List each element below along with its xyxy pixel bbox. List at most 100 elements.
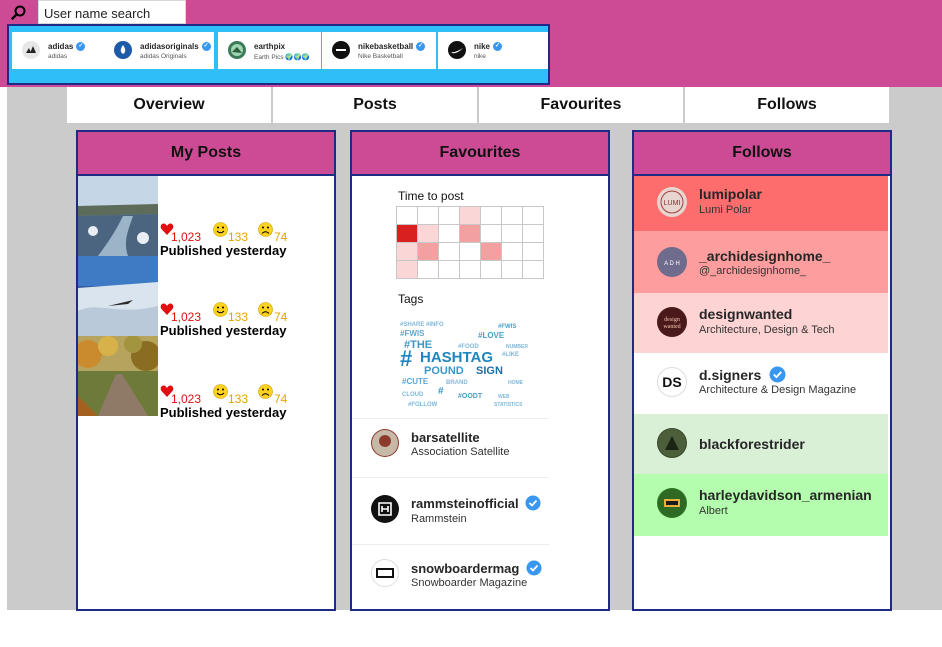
follow-account-archidesignhome[interactable]: A D H _archidesignhome_ @_archidesignhom… — [634, 231, 888, 294]
heatmap-cell — [501, 224, 523, 243]
heatmap-cell — [501, 242, 523, 261]
result-username: adidas — [48, 42, 74, 51]
frowns-count: 74 — [274, 392, 288, 406]
account-fullname: Architecture & Design Magazine — [699, 384, 857, 396]
heatmap-cell — [522, 206, 544, 225]
heatmap-cell — [438, 206, 460, 225]
avatar: DS — [657, 367, 687, 397]
smile-icon[interactable] — [213, 384, 228, 399]
verified-icon: ✓ — [416, 42, 426, 52]
search-input[interactable]: User name search — [38, 0, 186, 24]
smiles-count: 133 — [228, 230, 249, 244]
account-username: harleydavidson_armenian — [699, 487, 872, 503]
frown-icon[interactable] — [258, 222, 273, 237]
account-username: barsatellite — [411, 430, 480, 445]
result-fullname: Earth Pics 🌍🌍🌍 — [254, 54, 310, 61]
post-photo[interactable] — [78, 176, 158, 256]
heatmap-cell — [480, 260, 502, 279]
frown-icon[interactable] — [258, 302, 273, 317]
avatar — [114, 41, 132, 59]
heatmap-cell — [438, 242, 460, 261]
heatmap-cell — [522, 260, 544, 279]
heatmap-row — [396, 206, 544, 225]
heatmap-row — [396, 224, 544, 243]
time-to-post-heatmap — [396, 206, 544, 279]
follow-account-designwanted[interactable]: design wanted designwanted Architecture, … — [634, 293, 888, 354]
svg-text:A D H: A D H — [664, 261, 680, 267]
search-result-nike[interactable]: nike ✓ nike — [438, 32, 548, 69]
svg-text:NUMBER: NUMBER — [506, 344, 528, 350]
account-fullname: Albert — [699, 505, 728, 517]
svg-text:#OODT: #OODT — [458, 393, 483, 400]
heatmap-cell — [480, 224, 502, 243]
heatmap-cell — [396, 224, 418, 243]
follow-account-dsigners[interactable]: DS d.signers Architecture & Design Magaz… — [634, 353, 888, 415]
heatmap-row — [396, 242, 544, 261]
svg-text:CLOUD: CLOUD — [402, 392, 424, 398]
heatmap-cell — [417, 260, 439, 279]
svg-text:#LIKE: #LIKE — [502, 352, 519, 358]
search-results: adidas ✓ adidas adidasoriginals ✓ adidas O… — [7, 24, 550, 85]
search-result-adidas[interactable]: adidas ✓ adidas — [12, 32, 105, 69]
follows-panel: Follows LUMI lumipolar Lumi Polar A D H … — [632, 130, 892, 611]
heatmap-row — [396, 260, 544, 279]
avatar — [657, 428, 687, 458]
smile-icon[interactable] — [213, 222, 228, 237]
result-username: nike — [474, 42, 491, 51]
frown-icon[interactable] — [258, 384, 273, 399]
smiles-count: 133 — [228, 392, 249, 406]
tab-posts[interactable]: Posts — [273, 87, 479, 123]
tab-favourites[interactable]: Favourites — [479, 87, 685, 123]
likes-count: 1,023 — [171, 310, 202, 324]
account-username: blackforestrider — [699, 436, 805, 452]
my-posts-panel: My Posts 1,023 133 74 Published yesterda… — [76, 130, 336, 611]
verified-icon: ✓ — [493, 42, 503, 52]
favourite-account-barsatellite[interactable]: barsatellite Association Satellite — [352, 418, 549, 477]
verified-icon — [526, 560, 542, 576]
account-fullname: Lumi Polar — [699, 204, 752, 216]
tab-overview[interactable]: Overview — [67, 87, 273, 123]
verified-icon — [525, 495, 541, 511]
favourites-panel: Favourites Time to post Tags #SHARE #INF… — [350, 130, 610, 611]
tags-label: Tags — [398, 292, 424, 306]
favourite-account-rammsteinofficial[interactable]: rammsteinofficial Rammstein — [352, 477, 549, 553]
smile-icon[interactable] — [213, 302, 228, 317]
svg-text:#: # — [400, 346, 412, 371]
account-fullname: @_archidesignhome_ — [699, 265, 807, 277]
post-photo[interactable] — [78, 256, 158, 336]
likes-count: 1,023 — [171, 392, 202, 406]
likes-count: 1,023 — [171, 230, 202, 244]
follow-account-lumipolar[interactable]: LUMI lumipolar Lumi Polar — [634, 176, 888, 232]
account-username: designwanted — [699, 306, 793, 322]
tab-follows[interactable]: Follows — [685, 87, 889, 123]
panel-title: Favourites — [352, 132, 608, 176]
heatmap-cell — [396, 206, 418, 225]
follow-account-harleydavidson-armenian[interactable]: harleydavidson_armenian Albert — [634, 474, 888, 537]
svg-text:#FWIS: #FWIS — [498, 324, 516, 330]
result-username: adidasoriginals — [140, 42, 199, 51]
account-fullname: Architecture, Design & Tech — [699, 324, 835, 336]
heatmap-cell — [480, 242, 502, 261]
heatmap-cell — [459, 260, 481, 279]
heatmap-cell — [459, 206, 481, 225]
heatmap-cell — [459, 242, 481, 261]
favourite-account-snowboardermag[interactable]: snowboardermag Snowboarder Magazine — [352, 544, 549, 605]
search-result-adidasoriginals[interactable]: adidasoriginals ✓ adidas Originals — [104, 32, 214, 69]
tag-cloud-image: #SHARE #INFO #FWIS #FWIS #LOVE #THE #FOO… — [398, 318, 552, 408]
search-result-nikebasketball[interactable]: nikebasketball ✓ Nike Basketball — [322, 32, 436, 69]
search-icon[interactable] — [11, 5, 27, 21]
svg-text:#FWIS: #FWIS — [400, 329, 425, 338]
svg-text:HOME: HOME — [508, 380, 524, 386]
result-fullname: nike — [474, 53, 486, 60]
account-username: d.signers — [699, 367, 762, 383]
heatmap-cell — [417, 242, 439, 261]
post-photo[interactable] — [78, 336, 158, 416]
result-username: nikebasketball — [358, 42, 414, 51]
heatmap-cell — [396, 260, 418, 279]
svg-text:DS: DS — [662, 374, 681, 390]
follow-account-blackforestrider[interactable]: blackforestrider — [634, 414, 888, 475]
svg-text:#FOLLOW: #FOLLOW — [408, 402, 438, 408]
search-result-earthpix[interactable]: earthpix Earth Pics 🌍🌍🌍 — [218, 32, 321, 69]
heatmap-cell — [417, 206, 439, 225]
avatar — [371, 429, 399, 457]
